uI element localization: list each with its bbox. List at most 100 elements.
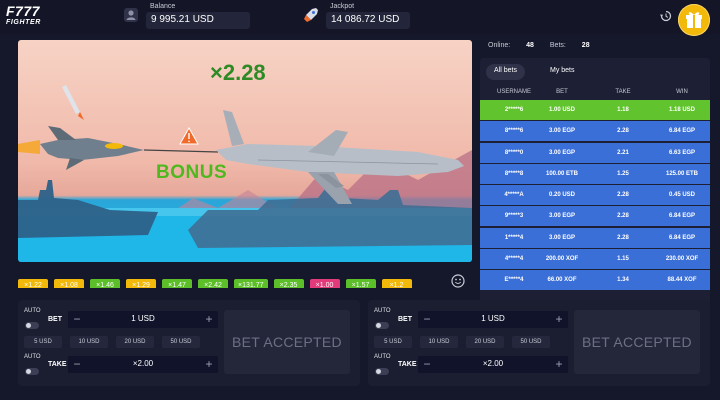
take-label: TAKE	[398, 361, 417, 368]
quick-bet-button[interactable]: 50 USD	[162, 336, 200, 348]
minus-button[interactable]: −	[418, 356, 436, 373]
table-row: 1*****4 3.00 EGP 2.28 6.84 EGP	[480, 227, 710, 248]
header-take: TAKE	[615, 89, 631, 95]
bets-panel: Online: 48 Bets: 28 All bets My bets USE…	[480, 40, 710, 316]
quick-bet-button[interactable]: 10 USD	[420, 336, 458, 348]
table-row: 8*****8 100.00 ETB 1.25 125.00 ETB	[480, 163, 710, 184]
table-row: 9*****3 3.00 EGP 2.28 6.84 EGP	[480, 206, 710, 227]
jackpot-value: 14 086.72 USD	[326, 12, 410, 29]
minus-button[interactable]: −	[68, 356, 86, 373]
take-cell: 2.28	[617, 234, 629, 241]
bet-stepper-value[interactable]: 1 USD	[88, 314, 198, 323]
win-cell: 6.84 EGP	[668, 128, 695, 135]
balance-display: Balance 9 995.21 USD	[122, 3, 250, 29]
auto-bet-toggle[interactable]	[375, 322, 389, 329]
header-username: USERNAME	[496, 89, 531, 95]
quick-bet-button[interactable]: 10 USD	[70, 336, 108, 348]
history-chip: ×1.29	[126, 279, 156, 288]
bet-label: BET	[398, 316, 412, 323]
username-cell: 4*****A	[504, 192, 524, 199]
username-cell: 8*****8	[504, 170, 524, 177]
table-row: 2*****6 1.00 USD 1.18 1.18 USD	[480, 100, 710, 120]
take-cell: 1.18	[617, 107, 629, 113]
bet-stepper: −1 USD +	[418, 311, 568, 328]
top-bar: F777 FIGHTER Balance 9 995.21 USD Jackpo…	[0, 0, 720, 36]
username-cell: 8*****0	[504, 149, 524, 156]
plus-button[interactable]: +	[550, 311, 568, 328]
plus-button[interactable]: +	[550, 356, 568, 373]
auto-take-toggle[interactable]	[25, 368, 39, 375]
jackpot-display: Jackpot 14 086.72 USD	[302, 3, 412, 29]
bets-label: Bets:	[549, 42, 566, 49]
current-multiplier: ×2.28	[210, 60, 266, 85]
take-cell: 1.25	[617, 170, 629, 177]
history-chip: ×1.47	[162, 279, 192, 288]
online-value: 48	[526, 42, 534, 49]
quick-bet-button[interactable]: 20 USD	[116, 336, 154, 348]
history-chip: ×1.46	[90, 279, 120, 288]
bet-stepper-value[interactable]: 1 USD	[438, 314, 548, 323]
take-stepper-value[interactable]: ×2.00	[438, 359, 548, 368]
take-stepper: − ×2.00 +	[418, 356, 568, 373]
bet-cell: 0.20 USD	[548, 192, 575, 199]
bet-cell: 66.00 XOF	[547, 277, 577, 284]
history-icon[interactable]	[660, 10, 672, 22]
table-row: 4*****A 0.20 USD 2.28 0.45 USD	[480, 185, 710, 206]
win-cell: 6.84 EGP	[668, 234, 695, 241]
logo: F777 FIGHTER	[6, 4, 46, 30]
history-chip: ×1.00	[309, 279, 340, 288]
bet-cell: 3.00 EGP	[548, 213, 575, 220]
tab-my-bets[interactable]: My bets	[542, 64, 583, 80]
username-cell: 2*****6	[504, 107, 524, 113]
bonus-label: BONUS	[156, 162, 228, 183]
warning-icon	[179, 126, 199, 145]
win-cell: 0.45 USD	[668, 192, 695, 199]
gift-icon[interactable]	[678, 4, 710, 36]
logo-subtitle: FIGHTER	[6, 19, 41, 26]
history-chip: ×2.42	[198, 279, 228, 288]
take-cell: 2.28	[617, 213, 629, 220]
history-chip: ×2.35	[273, 279, 304, 288]
bet-cell: 200.00 XOF	[545, 256, 579, 263]
logo-title: F777	[6, 3, 40, 19]
smile-icon[interactable]	[451, 274, 465, 288]
auto-take-label: AUTO	[374, 354, 391, 360]
minus-button[interactable]: −	[418, 311, 436, 328]
win-cell: 6.84 EGP	[668, 213, 695, 220]
table-row: 8*****6 3.00 EGP 2.28 6.84 EGP	[480, 121, 710, 142]
history-chip: ×1.08	[54, 279, 84, 288]
bet-label: BET	[48, 316, 62, 323]
quick-bet-button[interactable]: 5 USD	[374, 336, 412, 348]
bet-accepted-button[interactable]: BET ACCEPTED	[224, 310, 350, 374]
history-chip: ×1.2	[381, 279, 412, 288]
quick-bet-button[interactable]: 50 USD	[512, 336, 550, 348]
auto-take-toggle[interactable]	[375, 368, 389, 375]
bet-cell: 1.00 USD	[548, 107, 575, 113]
multiplier-history: ×1.22 ×1.08 ×1.46 ×1.29 ×1.47 ×2.42 ×131.77 ×2.…	[18, 274, 448, 288]
missile	[62, 85, 80, 114]
quick-bet-button[interactable]: 5 USD	[24, 336, 62, 348]
auto-take-label: AUTO	[24, 354, 41, 360]
bet-accepted-button[interactable]: BET ACCEPTED	[574, 310, 700, 374]
quick-bet-button[interactable]: 20 USD	[466, 336, 504, 348]
minus-button[interactable]: −	[68, 311, 86, 328]
bet-cell: 3.00 EGP	[548, 234, 575, 241]
bet-cell: 3.00 EGP	[548, 149, 575, 156]
jackpot-label: Jackpot	[330, 3, 355, 10]
tab-all-bets[interactable]: All bets	[486, 64, 525, 80]
take-stepper-value[interactable]: ×2.00	[88, 359, 198, 368]
plus-button[interactable]: +	[200, 356, 218, 373]
auto-bet-label: AUTO	[24, 308, 41, 314]
take-cell: 2.28	[617, 128, 629, 135]
bet-stepper: −1 USD +	[68, 311, 218, 328]
username-cell: 9*****3	[504, 213, 524, 220]
plus-button[interactable]: +	[200, 311, 218, 328]
take-cell: 1.15	[617, 256, 629, 263]
table-body: 2*****6 1.00 USD 1.18 1.18 USD 8*****6 3.00 E…	[480, 100, 710, 292]
online-label: Online:	[488, 42, 511, 49]
tanker-plane	[216, 144, 464, 176]
table-header: USERNAME BET TAKE WIN	[480, 88, 710, 100]
auto-bet-toggle[interactable]	[25, 322, 39, 329]
take-cell: 1.34	[617, 277, 629, 284]
online-count: Online: 48	[488, 42, 534, 49]
